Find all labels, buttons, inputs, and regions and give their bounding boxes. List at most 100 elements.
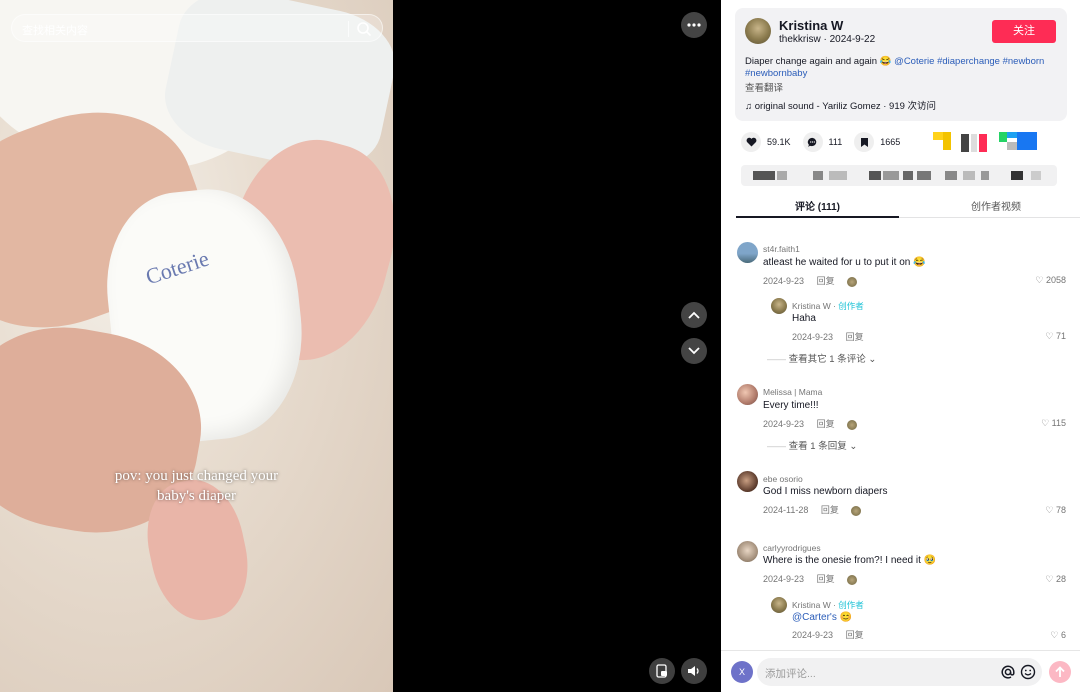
sound-link[interactable]: ♫ original sound - Yariliz Gomez · 919 次… [745, 98, 936, 112]
comment-meta: 2024-9-23 回复 [763, 274, 858, 287]
comment-username[interactable]: ebe osorio [763, 474, 803, 484]
share-platform-icons[interactable] [933, 132, 1043, 154]
creator-badge: 创作者 [838, 600, 864, 610]
post-date: 2024-9-22 [829, 34, 876, 45]
hashtag-link[interactable]: #newborn [1003, 56, 1045, 67]
app-root: Coterie pov: you just changed your baby'… [0, 0, 1080, 692]
bookmark-icon[interactable] [854, 132, 875, 152]
comment-list: st4r.faith1 atleast he waited for u to p… [721, 226, 1080, 646]
hashtag-link[interactable]: @Coterie [894, 56, 934, 67]
author-name[interactable]: Kristina W [779, 18, 843, 33]
chevron-down-icon: ⌄ [846, 441, 858, 452]
volume-button[interactable] [681, 658, 707, 684]
reply-button[interactable]: 回复 [817, 419, 835, 429]
heart-outline-icon: ♡ [1045, 505, 1056, 515]
reply-text[interactable]: @Carter's 😊 [792, 612, 852, 623]
copy-link-bar[interactable] [741, 165, 1057, 186]
emoji-icon[interactable] [1020, 664, 1036, 680]
reply-button[interactable]: 回复 [846, 630, 864, 640]
more-icon [687, 23, 701, 27]
tab-comments[interactable]: 评论 (111) [736, 198, 899, 213]
reply-username[interactable]: Kristina W · 创作者 [792, 300, 864, 312]
link-text-blurred [753, 171, 1041, 180]
hashtag-link[interactable]: #diaperchange [937, 56, 1000, 67]
send-button[interactable] [1049, 661, 1071, 683]
save-stat[interactable]: 1665 [854, 132, 900, 152]
comment-like[interactable]: ♡ 78 [1045, 505, 1066, 516]
reply-button[interactable]: 回复 [817, 574, 835, 584]
reply-username[interactable]: Kristina W · 创作者 [792, 599, 864, 611]
chevron-down-icon: ⌄ [865, 354, 877, 365]
comment-username[interactable]: st4r.faith1 [763, 244, 800, 254]
reply-button[interactable]: 回复 [821, 505, 839, 515]
search-input[interactable]: 查找相关内容 [22, 22, 88, 38]
next-video-button[interactable] [681, 338, 707, 364]
heart-icon[interactable] [741, 132, 761, 152]
view-more-text: 查看其它 1 条评论 [788, 354, 866, 365]
heart-outline-icon: ♡ [1035, 275, 1046, 285]
description-text: Diaper change again and again 😂 [745, 56, 895, 67]
reply-avatar[interactable] [771, 298, 787, 314]
comment-username[interactable]: carlyyrodrigues [763, 543, 821, 553]
previous-video-button[interactable] [681, 302, 707, 328]
heart-outline-icon: ♡ [1045, 574, 1056, 584]
commenter-avatar[interactable] [737, 384, 758, 405]
author-handle: thekkrisw [779, 34, 821, 45]
tab-creator-videos[interactable]: 创作者视频 [916, 198, 1076, 213]
search-bar[interactable]: 查找相关内容 [11, 14, 383, 42]
follow-button[interactable]: 关注 [992, 20, 1056, 43]
like-count: 59.1K [767, 137, 791, 147]
reply-button[interactable]: 回复 [846, 332, 864, 342]
volume-icon [688, 666, 699, 676]
video-caption: pov: you just changed your baby's diaper [0, 466, 393, 506]
video-description: Diaper change again and again 😂 @Coterie… [745, 56, 1060, 80]
panel-tabs: 评论 (111) 创作者视频 [736, 193, 1080, 218]
author-avatar[interactable] [745, 18, 771, 44]
share-icons [933, 132, 1043, 152]
reply-like[interactable]: ♡ 6 [1050, 630, 1066, 641]
pip-icon [656, 664, 667, 678]
creator-liked-icon [847, 574, 858, 585]
mention-icon[interactable] [1000, 664, 1016, 680]
reply-avatar[interactable] [771, 597, 787, 613]
comment-text: Where is the onesie from?! I need it 🥹 [763, 555, 937, 566]
view-more-replies[interactable]: —— 查看其它 1 条评论 ⌄ [767, 351, 876, 365]
active-tab-indicator [736, 216, 899, 218]
engagement-stats: 59.1K 111 1665 [741, 132, 912, 152]
comment-like[interactable]: ♡ 2058 [1035, 275, 1066, 286]
comment-input[interactable]: 添加评论... [757, 658, 1042, 686]
reply-user-name: Kristina W [792, 301, 831, 311]
commenter-avatar[interactable] [737, 242, 758, 263]
chevron-up-icon [688, 311, 700, 319]
detail-panel: Kristina W thekkrisw · 2024-9-22 关注 Diap… [721, 0, 1080, 692]
comment-date: 2024-9-23 [763, 574, 805, 584]
comment-date: 2024-11-28 [763, 505, 809, 515]
commenter-avatar[interactable] [737, 541, 758, 562]
search-icon[interactable] [356, 21, 372, 37]
reply-user-name: Kristina W [792, 600, 831, 610]
reply-like[interactable]: ♡ 71 [1045, 331, 1066, 342]
comment-text: atleast he waited for u to put it on 😂 [763, 257, 926, 268]
comment-like[interactable]: ♡ 115 [1041, 418, 1066, 429]
more-options-button[interactable] [681, 12, 707, 38]
like-stat[interactable]: 59.1K [741, 132, 791, 152]
comment-like-count: 2058 [1045, 275, 1066, 285]
search-divider [348, 21, 349, 37]
creator-liked-icon [851, 505, 862, 516]
comment-stat[interactable]: 111 [802, 132, 842, 152]
comment-text: Every time!!! [763, 400, 819, 411]
view-more-replies[interactable]: —— 查看 1 条回复 ⌄ [767, 438, 857, 452]
reply-button[interactable]: 回复 [817, 276, 835, 286]
heart-outline-icon: ♡ [1041, 418, 1052, 428]
reply-like-count: 6 [1060, 630, 1066, 640]
picture-in-picture-button[interactable] [649, 658, 675, 684]
chevron-down-icon [688, 347, 700, 355]
hashtag-link[interactable]: #newbornbaby [745, 68, 807, 79]
commenter-avatar[interactable] [737, 471, 758, 492]
translate-link[interactable]: 查看翻译 [745, 80, 783, 94]
comment-like[interactable]: ♡ 28 [1045, 574, 1066, 585]
comment-username[interactable]: Melissa | Mama [763, 387, 822, 397]
video-player[interactable]: Coterie pov: you just changed your baby'… [0, 0, 393, 692]
comment-like-count: 78 [1055, 505, 1066, 515]
comment-icon[interactable] [802, 132, 823, 152]
